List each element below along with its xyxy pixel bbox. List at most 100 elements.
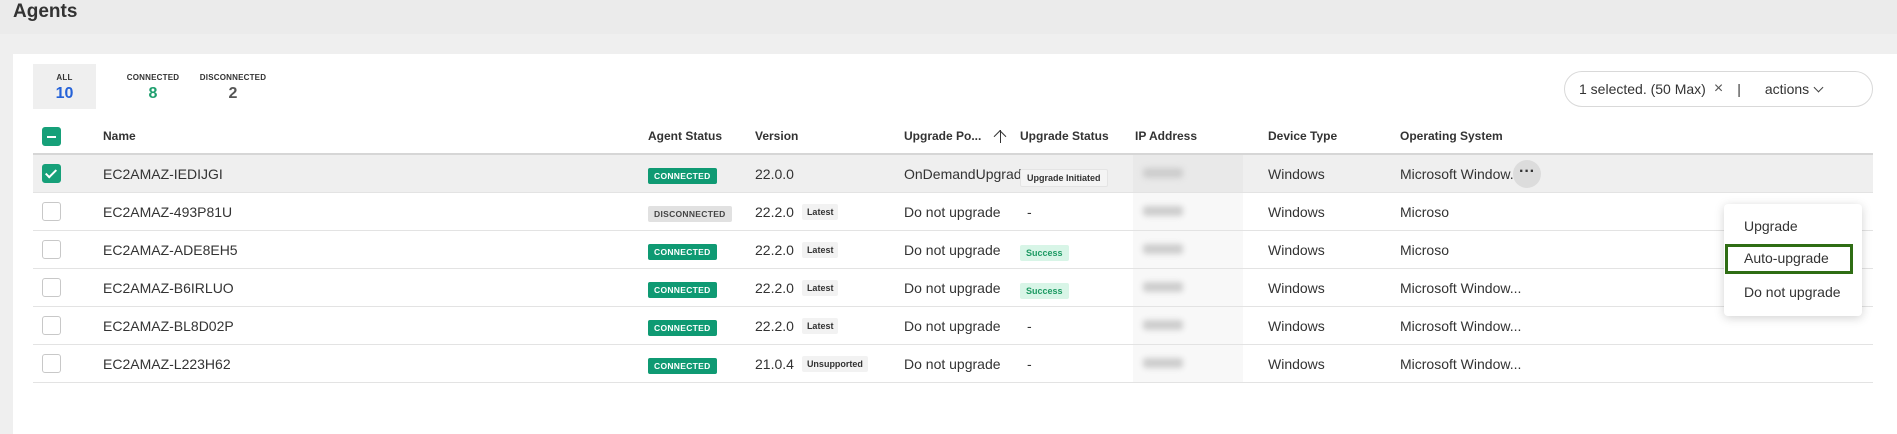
column-header-label: Upgrade Po... [904, 129, 982, 143]
version-cell: 22.2.0 Latest [755, 242, 839, 258]
status-badge: CONNECTED [648, 244, 717, 260]
device-type-cell: Windows [1268, 242, 1325, 258]
menu-item-do-not-upgrade[interactable]: Do not upgrade [1724, 278, 1862, 308]
version-value: 22.2.0 [755, 318, 794, 334]
upgrade-status-tag: Success [1020, 283, 1069, 299]
status-badge: CONNECTED [648, 282, 717, 298]
stat-connected-tab[interactable]: CONNECTED 8 [113, 64, 193, 109]
device-type-cell: Windows [1268, 280, 1325, 296]
agent-name: EC2AMAZ-L223H62 [103, 356, 231, 372]
select-all-checkbox[interactable] [42, 127, 61, 146]
upgrade-policy-cell: Do not upgrade [904, 356, 1001, 372]
table-row[interactable]: EC2AMAZ-ADE8EH5 CONNECTED 22.2.0 Latest D… [33, 231, 1873, 269]
version-cell: 22.2.0 Latest [755, 204, 839, 220]
stat-value: 10 [55, 85, 74, 102]
upgrade-status-tag: Success [1020, 245, 1069, 261]
row-checkbox[interactable] [42, 164, 61, 183]
upgrade-policy-cell: Do not upgrade [904, 204, 1001, 220]
ip-address-redacted [1133, 231, 1243, 268]
stats-bar: ALL 10 CONNECTED 8 DISCONNECTED 2 [33, 64, 273, 109]
upgrade-policy-cell: Do not upgrade [904, 280, 1001, 296]
version-value: 21.0.4 [755, 356, 794, 372]
clear-selection-icon[interactable]: × [1714, 80, 1723, 98]
upgrade-status-cell: - [1027, 204, 1032, 220]
upgrade-policy-cell: Do not upgrade [904, 318, 1001, 334]
ip-address-redacted [1133, 155, 1243, 192]
status-badge: CONNECTED [648, 168, 717, 184]
row-checkbox[interactable] [42, 240, 61, 259]
table-row[interactable]: EC2AMAZ-B6IRLUO CONNECTED 22.2.0 Latest D… [33, 269, 1873, 307]
device-type-cell: Windows [1268, 318, 1325, 334]
row-checkbox[interactable] [42, 316, 61, 335]
version-value: 22.0.0 [755, 166, 794, 182]
status-badge: CONNECTED [648, 358, 717, 374]
upgrade-policy-cell: OnDemandUpgrade [904, 166, 1030, 182]
table-row[interactable]: EC2AMAZ-IEDIJGI CONNECTED 22.0.0 OnDeman… [33, 155, 1873, 193]
device-type-cell: Windows [1268, 356, 1325, 372]
ip-address-redacted [1133, 269, 1243, 306]
version-tag: Latest [801, 280, 839, 296]
os-cell: Microsoft Window... [1400, 356, 1522, 372]
ip-address-redacted [1133, 345, 1243, 382]
row-actions-menu: Upgrade Auto-upgrade Do not upgrade [1724, 204, 1862, 316]
page-title: Agents [13, 1, 78, 22]
menu-item-upgrade[interactable]: Upgrade [1724, 212, 1862, 242]
agent-name: EC2AMAZ-BL8D02P [103, 318, 234, 334]
stat-label: CONNECTED [126, 73, 180, 82]
upgrade-status-tag: Upgrade Initiated [1020, 169, 1108, 187]
version-value: 22.2.0 [755, 204, 794, 220]
table-row[interactable]: EC2AMAZ-L223H62 CONNECTED 21.0.4 Unsuppor… [33, 345, 1873, 383]
check-icon [44, 166, 58, 179]
more-options-icon[interactable]: ··· [1513, 160, 1541, 188]
row-checkbox[interactable] [42, 202, 61, 221]
agent-name: EC2AMAZ-B6IRLUO [103, 280, 234, 296]
version-tag: Latest [801, 242, 839, 258]
device-type-cell: Windows [1268, 204, 1325, 220]
stat-label: DISCONNECTED [199, 73, 267, 82]
actions-label: actions [1764, 81, 1810, 97]
column-header-device-type[interactable]: Device Type [1268, 129, 1337, 143]
column-header-name[interactable]: Name [103, 129, 136, 143]
os-cell: Microsoft Window... [1400, 166, 1522, 182]
os-cell: Microsoft Window... [1400, 280, 1522, 296]
agent-name: EC2AMAZ-IEDIJGI [103, 166, 223, 182]
version-tag: Latest [801, 204, 839, 220]
page-header: Agents [0, 0, 1897, 34]
stat-label: ALL [56, 73, 73, 82]
version-value: 22.2.0 [755, 242, 794, 258]
stat-disconnected-tab[interactable]: DISCONNECTED 2 [193, 64, 273, 109]
menu-item-auto-upgrade[interactable]: Auto-upgrade [1725, 244, 1853, 274]
ip-address-redacted [1133, 307, 1243, 344]
os-cell: Microsoft Window... [1400, 318, 1522, 334]
version-cell: 22.2.0 Latest [755, 318, 839, 334]
column-header-upgrade-status[interactable]: Upgrade Status [1020, 129, 1109, 143]
column-header-ip-address[interactable]: IP Address [1135, 129, 1197, 143]
version-cell: 21.0.4 Unsupported [755, 356, 868, 372]
os-cell: Microso [1400, 204, 1450, 220]
row-checkbox[interactable] [42, 354, 61, 373]
agents-card: ALL 10 CONNECTED 8 DISCONNECTED 2 1 sele… [13, 54, 1897, 434]
column-header-os[interactable]: Operating System [1400, 129, 1503, 143]
upgrade-policy-cell: Do not upgrade [904, 242, 1001, 258]
os-cell: Microso [1400, 242, 1450, 258]
version-tag: Latest [801, 318, 839, 334]
actions-dropdown-button[interactable]: actions [1764, 81, 1824, 97]
column-header-agent-status[interactable]: Agent Status [648, 129, 722, 143]
version-cell: 22.2.0 Latest [755, 280, 839, 296]
chevron-down-icon [1813, 82, 1824, 92]
minus-icon [47, 136, 56, 138]
table-row[interactable]: EC2AMAZ-493P81U DISCONNECTED 22.2.0 Lates… [33, 193, 1873, 231]
version-tag: Unsupported [801, 356, 868, 372]
status-badge: DISCONNECTED [648, 206, 732, 222]
agent-name: EC2AMAZ-493P81U [103, 204, 233, 220]
row-checkbox[interactable] [42, 278, 61, 297]
column-header-upgrade-policy[interactable]: Upgrade Po... [904, 129, 1007, 143]
status-badge: CONNECTED [648, 320, 717, 336]
column-header-version[interactable]: Version [755, 129, 798, 143]
selection-pill: 1 selected. (50 Max) × | actions [1564, 71, 1873, 107]
sort-ascending-icon[interactable] [994, 129, 1007, 143]
device-type-cell: Windows [1268, 166, 1325, 182]
table-row[interactable]: EC2AMAZ-BL8D02P CONNECTED 22.2.0 Latest D… [33, 307, 1873, 345]
stat-all-tab[interactable]: ALL 10 [33, 64, 96, 109]
agent-name: EC2AMAZ-ADE8EH5 [103, 242, 238, 258]
